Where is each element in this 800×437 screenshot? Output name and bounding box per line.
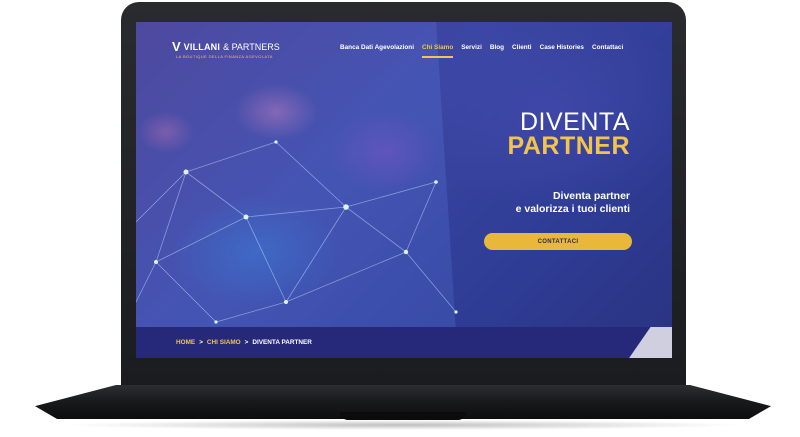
- laptop-shadow: [60, 420, 746, 430]
- breadcrumb-separator: >: [244, 339, 249, 346]
- brand-name-partners: & PARTNERS: [223, 41, 280, 52]
- breadcrumb-chi-siamo-link[interactable]: CHI SIAMO: [207, 339, 241, 346]
- laptop-base-notch: [340, 412, 466, 420]
- brand-tagline: LA BOUTIQUE DELLA FINANZA AGEVOLATA: [176, 54, 273, 59]
- brand-name: VILLANI: [183, 41, 221, 52]
- laptop-screen: V VILLANI & PARTNERS LA BOUTIQUE DELLA F…: [136, 22, 672, 358]
- nav-item-servizi[interactable]: Servizi: [461, 44, 482, 51]
- hero-subtitle-line2: e valorizza i tuoi clienti: [515, 203, 630, 215]
- hero-subtitle-line1: Diventa partner: [552, 190, 630, 202]
- nav-item-blog[interactable]: Blog: [490, 44, 504, 51]
- breadcrumb-bar: HOME > CHI SIAMO > DIVENTA PARTNER: [136, 327, 672, 358]
- breadcrumb-current: DIVENTA PARTNER: [252, 339, 312, 346]
- nav-item-chi-siamo[interactable]: Chi Siamo: [421, 44, 454, 58]
- nav-item-clienti[interactable]: Clienti: [512, 44, 532, 51]
- contattaci-button[interactable]: CONTATTACI: [484, 233, 632, 250]
- logo-mark-icon: V: [172, 39, 181, 54]
- breadcrumb-separator: >: [199, 339, 203, 346]
- nav-item-contattaci[interactable]: Contattaci: [592, 44, 623, 51]
- hero-title-line2: PARTNER: [507, 132, 630, 160]
- main-nav: Banca Dati Agevolazioni Chi Siamo Serviz…: [340, 44, 623, 58]
- nav-item-banca-dati[interactable]: Banca Dati Agevolazioni: [340, 44, 414, 51]
- breadcrumb: HOME > CHI SIAMO > DIVENTA PARTNER: [176, 339, 312, 346]
- brand-logo[interactable]: V VILLANI & PARTNERS: [172, 40, 280, 53]
- breadcrumb-home-link[interactable]: HOME: [176, 339, 195, 346]
- nav-item-case-histories[interactable]: Case Histories: [540, 44, 584, 51]
